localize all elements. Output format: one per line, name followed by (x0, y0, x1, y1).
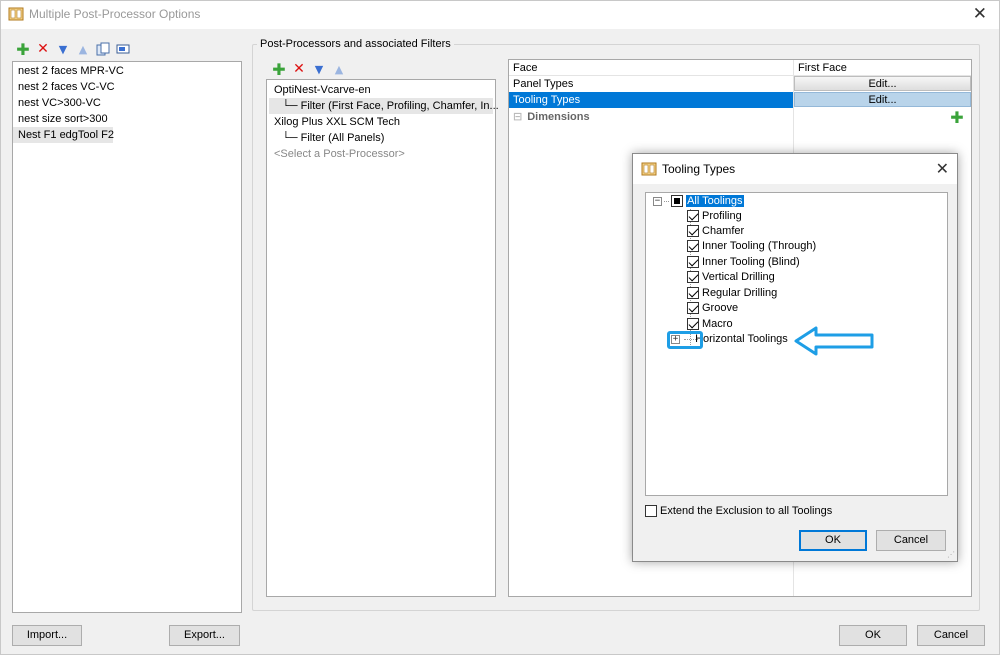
configurations-toolbar: ✚ ✕ ▼ ▲ (15, 40, 131, 59)
export-button[interactable]: Export... (169, 625, 240, 646)
tree-item-selected[interactable]: └─ Filter (First Face, Profiling, Chamfe… (269, 98, 499, 114)
tree-node-inner-blind[interactable]: Inner Tooling (Blind) (687, 255, 800, 270)
resize-grip-icon[interactable]: ⋰ (947, 550, 955, 559)
move-up-icon[interactable]: ▲ (331, 61, 347, 77)
rename-icon[interactable] (115, 41, 131, 57)
edit-panel-types-button[interactable]: Edit... (794, 76, 971, 91)
post-processor-tree[interactable]: OptiNest-Vcarve-en └─ Filter (First Face… (266, 79, 499, 597)
window-title: Multiple Post-Processor Options (29, 7, 201, 21)
tree-node-label: Inner Tooling (Blind) (702, 256, 800, 268)
list-item-selected[interactable]: Nest F1 edgTool F2 (13, 127, 114, 143)
tree-node-label: All Toolings (686, 195, 744, 207)
row-label-tooling-types[interactable]: Tooling Types (509, 92, 793, 108)
extend-exclusion-label: Extend the Exclusion to all Toolings (660, 505, 833, 517)
tree-node-label: Macro (702, 318, 733, 330)
groove-checkbox[interactable] (687, 302, 699, 315)
chamfer-checkbox[interactable] (687, 225, 699, 238)
regular-drilling-checkbox[interactable] (687, 287, 699, 300)
add-dimension-icon[interactable]: ✚ (949, 108, 965, 127)
list-item[interactable]: nest size sort>300 (13, 111, 241, 127)
tree-item[interactable]: Xilog Plus XXL SCM Tech (269, 114, 400, 130)
configurations-list[interactable]: nest 2 faces MPR-VC nest 2 faces VC-VC n… (12, 61, 242, 613)
profiling-checkbox[interactable] (687, 210, 699, 223)
tree-node-regular-drilling[interactable]: Regular Drilling (687, 286, 777, 301)
group-label: Post-Processors and associated Filters (257, 38, 454, 50)
macro-checkbox[interactable] (687, 318, 699, 331)
app-icon (8, 7, 24, 21)
all-toolings-checkbox[interactable] (671, 195, 684, 208)
delete-icon[interactable]: ✕ (291, 61, 307, 77)
column-header-first-face: First Face (794, 60, 971, 76)
section-dimensions-label: Dimensions (527, 111, 590, 123)
inner-blind-checkbox[interactable] (687, 256, 699, 269)
section-dimensions[interactable]: ⊟ Dimensions (509, 109, 793, 125)
tree-node-label: Vertical Drilling (702, 271, 775, 283)
row-label-panel-types[interactable]: Panel Types (509, 76, 793, 92)
tree-node-chamfer[interactable]: Chamfer (687, 224, 744, 239)
tree-node-label: Chamfer (702, 225, 745, 237)
delete-icon[interactable]: ✕ (35, 41, 51, 57)
extend-exclusion-option[interactable]: Extend the Exclusion to all Toolings (645, 504, 832, 519)
move-up-icon[interactable]: ▲ (75, 41, 91, 57)
title-bar: Multiple Post-Processor Options ✕ (1, 1, 999, 29)
list-item[interactable]: nest 2 faces MPR-VC (13, 63, 241, 79)
tree-node-vertical-drilling[interactable]: Vertical Drilling (687, 270, 775, 285)
add-icon[interactable]: ✚ (271, 60, 287, 79)
tree-node-groove[interactable]: Groove (687, 301, 738, 316)
close-icon[interactable]: ✕ (936, 159, 949, 178)
add-icon[interactable]: ✚ (15, 40, 31, 59)
dialog-title: Tooling Types (662, 162, 736, 176)
dialog-cancel-button[interactable]: Cancel (876, 530, 946, 551)
tree-node-label: Profiling (702, 210, 742, 222)
column-header-face: Face (509, 60, 793, 76)
tree-node-label: Regular Drilling (702, 287, 778, 299)
move-down-icon[interactable]: ▼ (55, 41, 71, 57)
tree-node-macro[interactable]: Macro (687, 317, 733, 332)
tooling-types-dialog: Tooling Types ✕ − All Toolings Profiling… (632, 153, 958, 562)
annotation-arrow-icon (794, 326, 874, 356)
collapse-icon[interactable]: ⊟ (513, 111, 522, 123)
dialog-title-bar: Tooling Types ✕ (633, 154, 957, 184)
annotation-highlight-box (667, 331, 703, 349)
tree-node-profiling[interactable]: Profiling (687, 209, 742, 224)
cancel-button[interactable]: Cancel (917, 625, 985, 646)
tree-node-label: Inner Tooling (Through) (702, 240, 817, 252)
select-post-processor-placeholder[interactable]: <Select a Post-Processor> (269, 146, 405, 162)
list-item[interactable]: nest 2 faces VC-VC (13, 79, 241, 95)
list-item[interactable]: nest VC>300-VC (13, 95, 241, 111)
copy-icon[interactable] (95, 41, 111, 57)
import-button[interactable]: Import... (12, 625, 82, 646)
tree-node-label: Groove (702, 302, 739, 314)
tree-node-inner-through[interactable]: Inner Tooling (Through) (687, 239, 816, 254)
tree-item[interactable]: OptiNest-Vcarve-en (269, 82, 371, 98)
dialog-ok-button[interactable]: OK (799, 530, 867, 551)
inner-through-checkbox[interactable] (687, 240, 699, 253)
ok-button[interactable]: OK (839, 625, 907, 646)
edit-tooling-types-button[interactable]: Edit... (794, 92, 971, 107)
vertical-drilling-checkbox[interactable] (687, 271, 699, 284)
tree-node-label: Horizontal Toolings (695, 333, 788, 345)
collapse-icon[interactable]: − (653, 196, 662, 206)
post-processor-toolbar: ✚ ✕ ▼ ▲ (271, 60, 347, 79)
tree-item[interactable]: └─ Filter (All Panels) (269, 130, 384, 146)
app-icon (641, 162, 657, 176)
extend-exclusion-checkbox[interactable] (645, 505, 657, 518)
move-down-icon[interactable]: ▼ (311, 61, 327, 77)
close-icon[interactable]: ✕ (973, 4, 987, 24)
tree-node-all-toolings[interactable]: − All Toolings (653, 194, 744, 209)
